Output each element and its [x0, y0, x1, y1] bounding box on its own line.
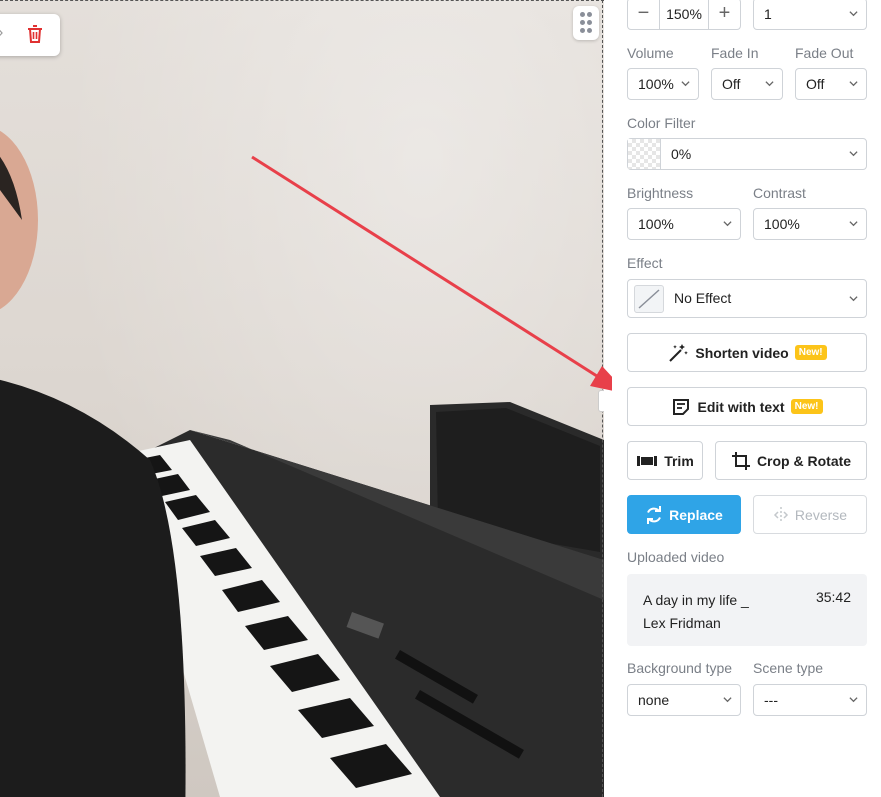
edit-with-text-button[interactable]: Edit with text New! — [627, 387, 867, 426]
video-canvas[interactable]: › — [0, 0, 604, 797]
layer-value: 1 — [764, 6, 772, 22]
reverse-icon — [773, 506, 788, 523]
shorten-video-button[interactable]: Shorten video New! — [627, 333, 867, 372]
trim-button[interactable]: Trim — [627, 441, 703, 480]
chevron-down-icon — [849, 697, 858, 703]
effect-label: Effect — [627, 255, 663, 271]
contrast-value: 100% — [764, 216, 800, 232]
fade-in-label: Fade In — [711, 45, 759, 61]
drag-handle-icon[interactable] — [573, 6, 599, 40]
color-filter-select[interactable]: 0% — [627, 138, 867, 170]
trim-label: Trim — [664, 452, 694, 469]
background-type-value: none — [638, 692, 670, 708]
contrast-select[interactable]: 100% — [753, 208, 867, 240]
plus-icon[interactable]: + — [708, 0, 740, 29]
brightness-label: Brightness — [627, 185, 694, 201]
contrast-label: Contrast — [753, 185, 806, 201]
color-filter-label: Color Filter — [627, 115, 696, 131]
fade-out-value: Off — [806, 76, 825, 92]
magic-wand-icon — [669, 343, 689, 362]
crop-icon — [731, 451, 750, 470]
replace-button[interactable]: Replace — [627, 495, 741, 534]
zoom-stepper[interactable]: − 150% + — [627, 0, 741, 30]
uploaded-video-title: A day in my life _ Lex Fridman — [643, 589, 793, 635]
chevron-down-icon — [765, 81, 774, 87]
volume-select[interactable]: 100% — [627, 68, 699, 100]
chevron-down-icon — [723, 221, 732, 227]
chevron-down-icon — [849, 81, 858, 87]
replace-label: Replace — [669, 506, 723, 523]
uploaded-video-title-line2: Lex Fridman — [643, 615, 721, 631]
uploaded-video-title-line1: A day in my life _ — [643, 592, 749, 608]
no-effect-icon — [634, 285, 664, 313]
resize-handle[interactable] — [598, 390, 604, 412]
transparent-swatch-icon[interactable] — [628, 139, 661, 169]
layer-select[interactable]: 1 — [753, 0, 867, 30]
brightness-value: 100% — [638, 216, 674, 232]
brightness-select[interactable]: 100% — [627, 208, 741, 240]
color-filter-value: 0% — [671, 146, 692, 162]
chevron-right-icon[interactable]: › — [0, 24, 3, 42]
effect-select[interactable]: No Effect — [627, 279, 867, 318]
chevron-down-icon — [849, 11, 858, 17]
scene-type-select[interactable]: --- — [753, 684, 867, 716]
video-frame-person — [0, 130, 186, 797]
crop-rotate-button[interactable]: Crop & Rotate — [715, 441, 867, 480]
shorten-video-label: Shorten video — [695, 344, 789, 361]
volume-value: 100% — [638, 76, 674, 92]
volume-label: Volume — [627, 45, 674, 61]
trim-icon — [637, 455, 658, 466]
fade-out-select[interactable]: Off — [795, 68, 867, 100]
new-badge: New! — [790, 399, 823, 414]
uploaded-video-label: Uploaded video — [627, 549, 725, 565]
reverse-button[interactable]: Reverse — [753, 495, 867, 534]
scene-type-value: --- — [764, 692, 778, 708]
properties-panel: − 150% + 1 Volume Fade In Fade Out 100% … — [612, 0, 881, 797]
uploaded-video-duration: 35:42 — [815, 589, 851, 605]
minus-icon[interactable]: − — [628, 0, 660, 29]
selection-top-border — [0, 0, 604, 1]
crop-rotate-label: Crop & Rotate — [756, 452, 852, 469]
effect-value: No Effect — [674, 290, 732, 306]
fade-in-select[interactable]: Off — [711, 68, 783, 100]
fade-out-label: Fade Out — [795, 45, 854, 61]
uploaded-video-card[interactable]: A day in my life _ Lex Fridman 35:42 — [627, 574, 867, 646]
element-toolbar: › — [0, 14, 60, 56]
scene-type-label: Scene type — [753, 660, 824, 676]
chevron-down-icon — [849, 221, 858, 227]
delete-icon[interactable] — [26, 24, 44, 49]
chevron-down-icon — [849, 296, 858, 302]
chevron-down-icon — [681, 81, 690, 87]
chevron-down-icon — [849, 151, 858, 157]
background-type-label: Background type — [627, 660, 733, 676]
chevron-down-icon — [723, 697, 732, 703]
edit-with-text-label: Edit with text — [697, 398, 785, 415]
document-text-icon — [673, 398, 690, 415]
zoom-value: 150% — [666, 6, 702, 22]
reverse-label: Reverse — [794, 506, 848, 523]
new-badge: New! — [794, 345, 827, 360]
refresh-icon — [647, 505, 662, 524]
background-type-select[interactable]: none — [627, 684, 741, 716]
fade-in-value: Off — [722, 76, 741, 92]
